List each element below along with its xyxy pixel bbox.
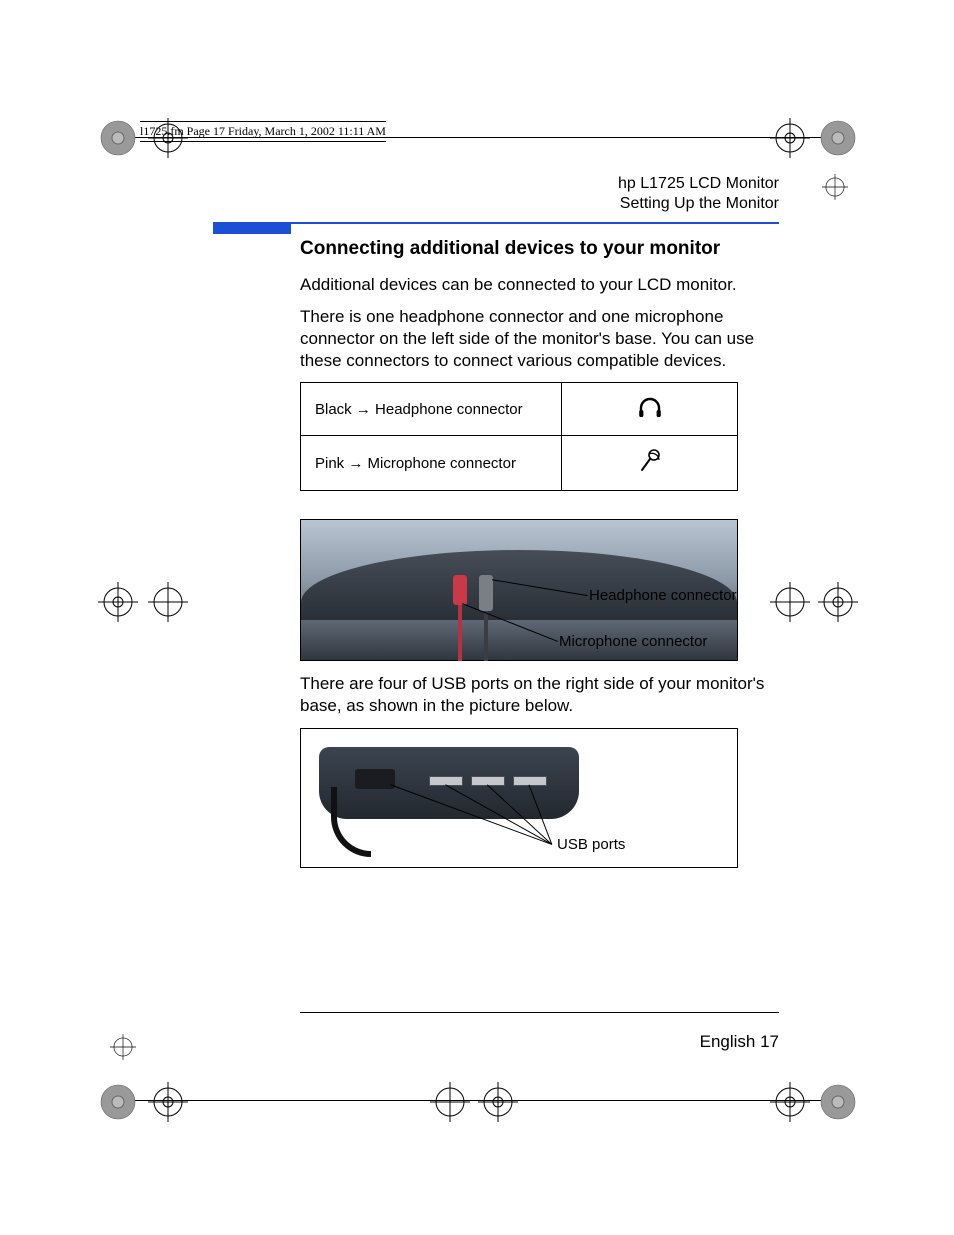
- callout-label: USB ports: [557, 836, 625, 853]
- connector-table: Black → Headphone connector Pink → Micro…: [300, 382, 738, 491]
- crop-mark-icon: [148, 582, 188, 622]
- header-rule: [213, 222, 779, 224]
- crop-mark-icon: [818, 118, 858, 158]
- page-footer: English 17: [700, 1032, 779, 1052]
- paragraph: There are four of USB ports on the right…: [300, 673, 780, 717]
- table-cell-icon: [562, 383, 738, 436]
- running-head-line1: hp L1725 LCD Monitor: [618, 174, 779, 194]
- crop-mark-icon: [770, 118, 810, 158]
- framemaker-stamp: l1725.fm Page 17 Friday, March 1, 2002 1…: [140, 121, 386, 142]
- crop-mark-icon: [98, 582, 138, 622]
- crop-mark-icon: [98, 118, 138, 158]
- paragraph: Additional devices can be connected to y…: [300, 274, 780, 296]
- content-column: Connecting additional devices to your mo…: [300, 238, 780, 880]
- crop-mark-icon: [110, 1034, 136, 1060]
- running-head: hp L1725 LCD Monitor Setting Up the Moni…: [618, 174, 779, 214]
- leader-lines: [301, 729, 737, 868]
- paragraph: There is one headphone connector and one…: [300, 306, 780, 372]
- microphone-icon: [637, 461, 663, 478]
- crop-mark-icon: [822, 174, 848, 200]
- crop-mark-icon: [770, 1082, 810, 1122]
- crop-mark-icon: [818, 1082, 858, 1122]
- table-row: Pink → Microphone connector: [301, 436, 738, 491]
- crop-mark-icon: [148, 1082, 188, 1122]
- header-tab: [213, 224, 291, 234]
- crop-mark-icon: [98, 1082, 138, 1122]
- figure-audio-connectors: Headphone connector Microphone connector: [300, 519, 738, 661]
- crop-mark-icon: [430, 1082, 470, 1122]
- callout-label: Headphone connector: [589, 587, 737, 604]
- table-cell-label: Black → Headphone connector: [301, 383, 562, 436]
- frame-rule-bottom: [115, 1100, 839, 1101]
- running-head-line2: Setting Up the Monitor: [618, 194, 779, 214]
- table-row: Black → Headphone connector: [301, 383, 738, 436]
- table-cell-icon: [562, 436, 738, 491]
- section-heading: Connecting additional devices to your mo…: [300, 238, 780, 260]
- headphone-icon: [637, 406, 663, 423]
- crop-mark-icon: [818, 582, 858, 622]
- callout-label: Microphone connector: [559, 633, 707, 650]
- figure-usb-ports: USB ports: [300, 728, 738, 868]
- table-cell-label: Pink → Microphone connector: [301, 436, 562, 491]
- crop-mark-icon: [478, 1082, 518, 1122]
- footer-rule: [300, 1012, 779, 1013]
